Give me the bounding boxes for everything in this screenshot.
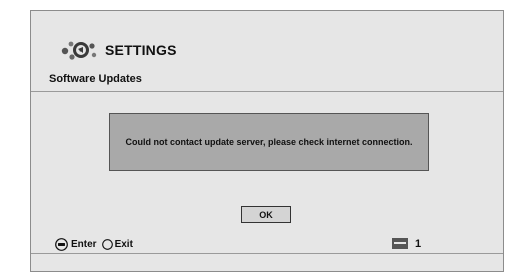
ok-button[interactable]: OK (241, 206, 291, 223)
footer-controls: Enter Exit (55, 238, 133, 251)
settings-gear-cluster-icon (61, 41, 97, 60)
enter-label: Enter (71, 239, 97, 250)
tray-indicator: 1 (391, 237, 421, 250)
section-label: Software Updates (49, 73, 142, 85)
enter-button-icon (55, 238, 68, 251)
disc-tray-icon (392, 238, 408, 249)
tray-number: 1 (415, 237, 422, 250)
error-dialog: Could not contact update server, please … (109, 113, 429, 171)
exit-label: Exit (114, 239, 133, 250)
bottom-divider (31, 253, 503, 254)
top-divider (31, 91, 503, 92)
settings-screen: SETTINGS Software Updates Could not cont… (30, 10, 504, 272)
error-message: Could not contact update server, please … (125, 137, 413, 147)
exit-circle-icon (101, 239, 113, 250)
header: SETTINGS (59, 38, 177, 62)
page-title: SETTINGS (105, 42, 177, 58)
